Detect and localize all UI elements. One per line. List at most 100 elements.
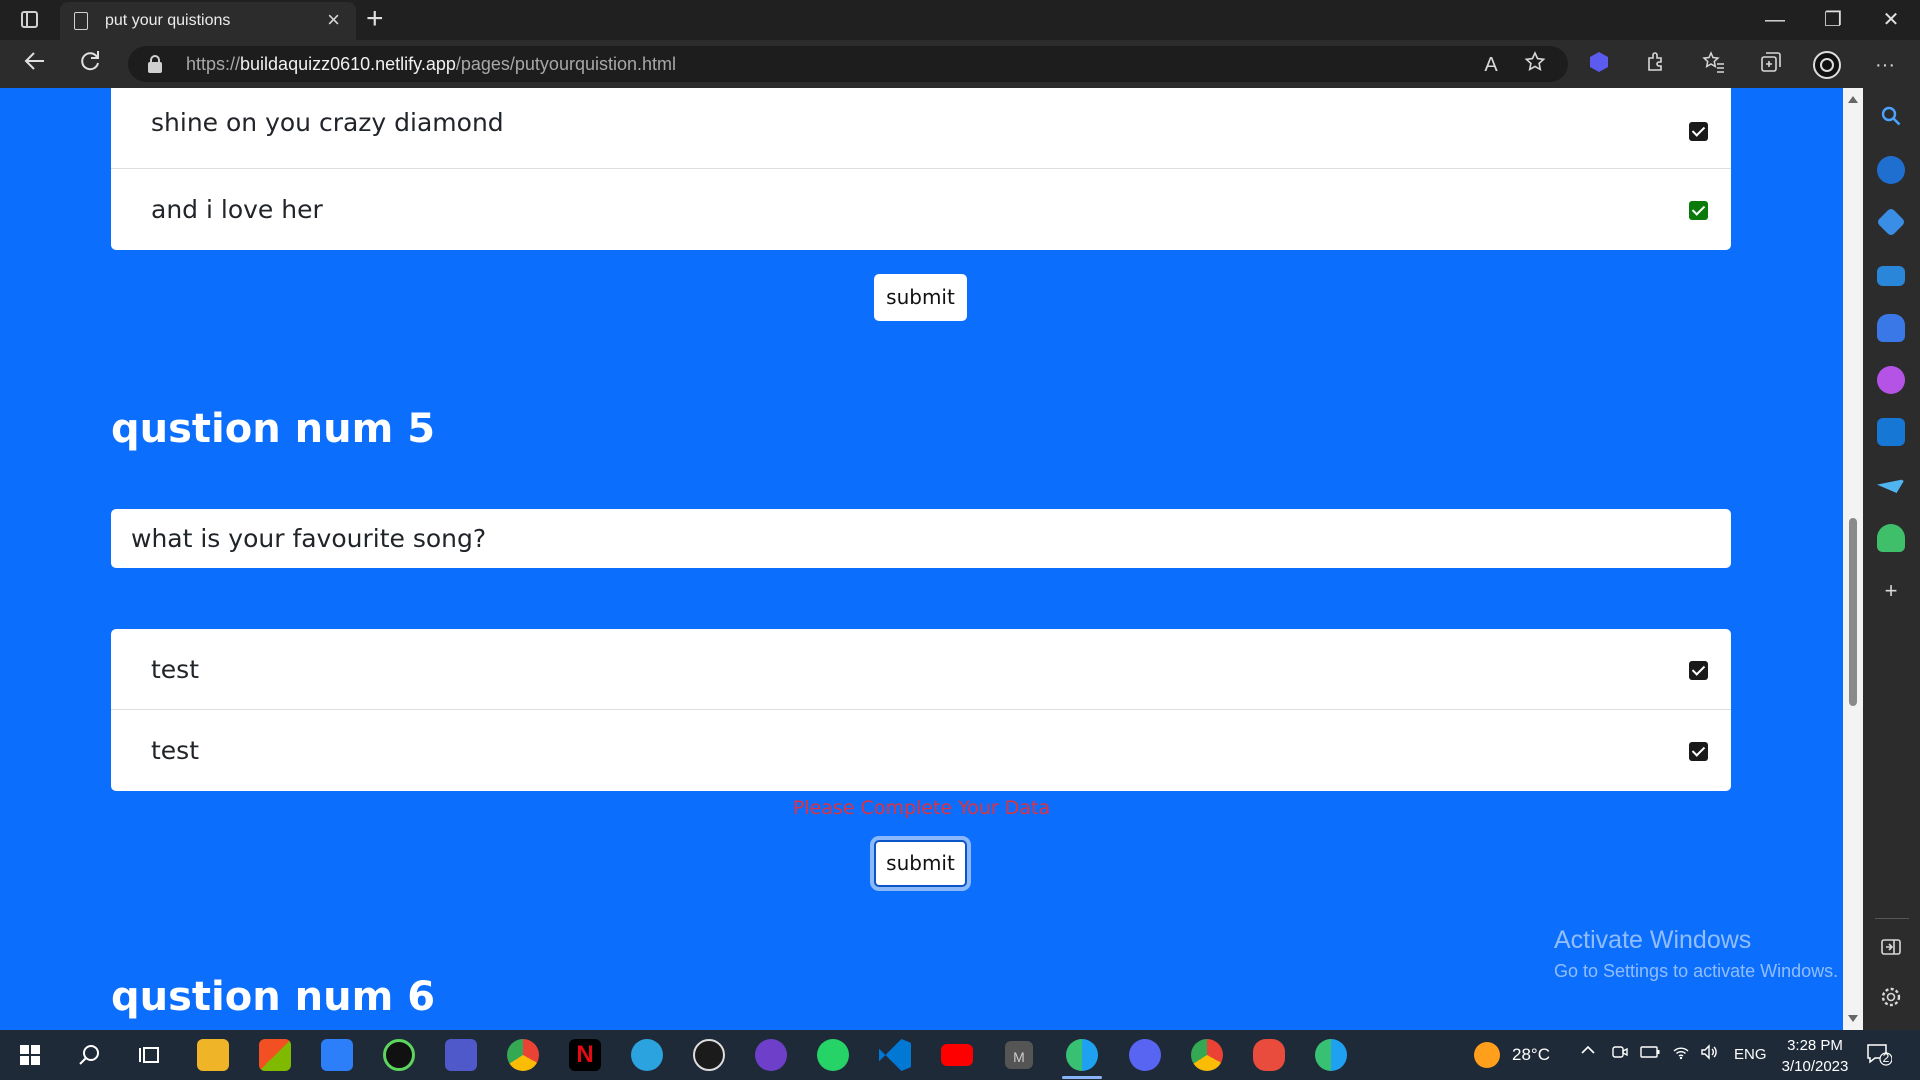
lock-icon[interactable] xyxy=(148,55,162,73)
extensions-icon[interactable] xyxy=(1640,50,1670,80)
paint-icon[interactable] xyxy=(1253,1039,1285,1071)
copilot-extension-icon[interactable] xyxy=(1584,50,1614,80)
weather-temperature[interactable]: 28°C xyxy=(1512,1045,1550,1065)
error-message: Please Complete Your Data xyxy=(792,797,1051,819)
windows-start-icon[interactable] xyxy=(14,1039,46,1071)
notification-count: 2 xyxy=(1882,1051,1890,1065)
sidebar-divider xyxy=(1875,918,1909,919)
games-icon[interactable] xyxy=(1877,314,1905,342)
scroll-down-arrow-icon[interactable] xyxy=(1848,1015,1858,1022)
add-favorite-icon[interactable] xyxy=(1520,50,1550,80)
shopping-tag-icon[interactable] xyxy=(1876,207,1906,237)
weather-sun-icon[interactable] xyxy=(1474,1042,1500,1068)
watermark-subtitle: Go to Settings to activate Windows. xyxy=(1554,961,1839,981)
camtasia-icon[interactable] xyxy=(383,1039,415,1071)
list-item: test xyxy=(111,710,1731,791)
question-input-value: what is your favourite song? xyxy=(131,524,487,553)
option-checkbox[interactable] xyxy=(1689,201,1708,220)
profile-avatar-icon[interactable] xyxy=(1812,50,1842,80)
edge-sidebar: + xyxy=(1863,88,1920,1030)
list-item: and i love her xyxy=(111,169,1731,250)
minimize-button[interactable]: — xyxy=(1752,5,1798,35)
youtube-icon[interactable] xyxy=(941,1044,973,1066)
clock[interactable]: 3:28 PM 3/10/2023 xyxy=(1760,1035,1870,1077)
list-item: shine on you crazy diamond xyxy=(111,88,1731,169)
favorites-icon[interactable] xyxy=(1699,50,1729,80)
battery-icon[interactable] xyxy=(1640,1044,1660,1065)
clock-time: 3:28 PM xyxy=(1787,1037,1843,1054)
add-icon[interactable]: + xyxy=(1877,578,1905,604)
file-explorer-icon[interactable] xyxy=(197,1039,229,1071)
discord-icon[interactable] xyxy=(1129,1039,1161,1071)
netflix-icon[interactable]: N xyxy=(569,1039,601,1071)
active-app-indicator xyxy=(1062,1076,1102,1079)
address-bar[interactable]: https://buildaquizz0610.netlify.app/page… xyxy=(128,46,1568,82)
browser-tab[interactable]: put your quistions × xyxy=(60,2,356,40)
edge-dev-icon[interactable] xyxy=(1315,1039,1347,1071)
meet-now-icon[interactable] xyxy=(1612,1044,1628,1065)
page-scrollbar[interactable] xyxy=(1843,88,1863,1030)
restore-button[interactable]: ❐ xyxy=(1810,5,1856,35)
question-input[interactable]: what is your favourite song? xyxy=(111,509,1731,568)
option-checkbox[interactable] xyxy=(1689,122,1708,141)
telegram-send-icon[interactable] xyxy=(1877,479,1905,493)
edge-icon[interactable] xyxy=(1066,1039,1098,1071)
scrollbar-thumb[interactable] xyxy=(1849,518,1857,706)
settings-gear-icon[interactable] xyxy=(1877,986,1905,1014)
collections-icon[interactable] xyxy=(1756,50,1786,80)
browser-toolbar: https://buildaquizz0610.netlify.app/page… xyxy=(0,40,1920,88)
chrome-profile-icon[interactable] xyxy=(1191,1039,1223,1071)
option-text: shine on you crazy diamond xyxy=(151,108,504,137)
question-6-heading: qustion num 6 xyxy=(111,974,436,1020)
mail-icon[interactable] xyxy=(321,1039,353,1071)
hide-sidebar-icon[interactable] xyxy=(1877,936,1905,964)
telegram-icon[interactable] xyxy=(631,1039,663,1071)
option-text: and i love her xyxy=(151,195,323,224)
tools-briefcase-icon[interactable] xyxy=(1877,266,1905,286)
more-menu-icon[interactable]: ··· xyxy=(1870,50,1900,80)
watermark-title: Activate Windows xyxy=(1554,926,1752,954)
wifi-icon[interactable] xyxy=(1672,1043,1690,1066)
tab-actions-icon[interactable] xyxy=(14,8,46,32)
question-5-heading: qustion num 5 xyxy=(111,406,436,452)
app-m-icon[interactable]: M xyxy=(1005,1041,1033,1069)
option-checkbox[interactable] xyxy=(1689,742,1708,761)
back-arrow-icon[interactable] xyxy=(18,48,52,80)
page-icon xyxy=(74,12,88,30)
previous-options-list: shine on you crazy diamond and i love he… xyxy=(111,88,1731,250)
new-tab-button[interactable]: + xyxy=(366,2,384,36)
option-text: test xyxy=(151,655,200,684)
outlook-icon[interactable] xyxy=(1877,418,1905,446)
activate-windows-watermark: Activate Windows Go to Settings to activ… xyxy=(1554,926,1838,982)
tray-chevron-icon[interactable] xyxy=(1580,1042,1596,1063)
notifications-icon[interactable]: 2 xyxy=(1866,1042,1893,1071)
github-icon[interactable] xyxy=(755,1039,787,1071)
list-item: test xyxy=(111,629,1731,710)
browser-titlebar: put your quistions × + — ❐ ✕ xyxy=(0,0,1920,40)
url-text: https://buildaquizz0610.netlify.app/page… xyxy=(186,54,676,74)
search-icon[interactable] xyxy=(74,1039,106,1071)
bing-chat-icon[interactable] xyxy=(1877,156,1905,184)
tab-close-icon[interactable]: × xyxy=(327,9,340,31)
volume-icon[interactable] xyxy=(1700,1043,1718,1066)
chrome-icon[interactable] xyxy=(507,1039,539,1071)
freecodecamp-icon[interactable] xyxy=(693,1039,725,1071)
option-checkbox[interactable] xyxy=(1689,661,1708,680)
vscode-icon[interactable] xyxy=(879,1039,911,1071)
submit-button-focused[interactable]: submit xyxy=(874,840,967,887)
refresh-icon[interactable] xyxy=(73,48,107,80)
scroll-up-arrow-icon[interactable] xyxy=(1848,96,1858,103)
microsoft-store-icon[interactable] xyxy=(259,1039,291,1071)
read-aloud-icon[interactable]: A xyxy=(1476,50,1506,80)
submit-button[interactable]: submit xyxy=(874,274,967,321)
office-icon[interactable] xyxy=(1877,366,1905,394)
task-view-icon[interactable] xyxy=(134,1039,166,1071)
tab-title: put your quistions xyxy=(105,12,231,29)
teams-icon[interactable] xyxy=(445,1039,477,1071)
windows-taskbar: N M 28°C ENG 3:28 PM 3/10/2023 2 xyxy=(0,1030,1920,1080)
tree-icon[interactable] xyxy=(1877,524,1905,552)
search-icon[interactable] xyxy=(1877,104,1905,134)
whatsapp-icon[interactable] xyxy=(817,1039,849,1071)
close-window-button[interactable]: ✕ xyxy=(1868,5,1914,35)
question-5-options-list: test test xyxy=(111,629,1731,791)
